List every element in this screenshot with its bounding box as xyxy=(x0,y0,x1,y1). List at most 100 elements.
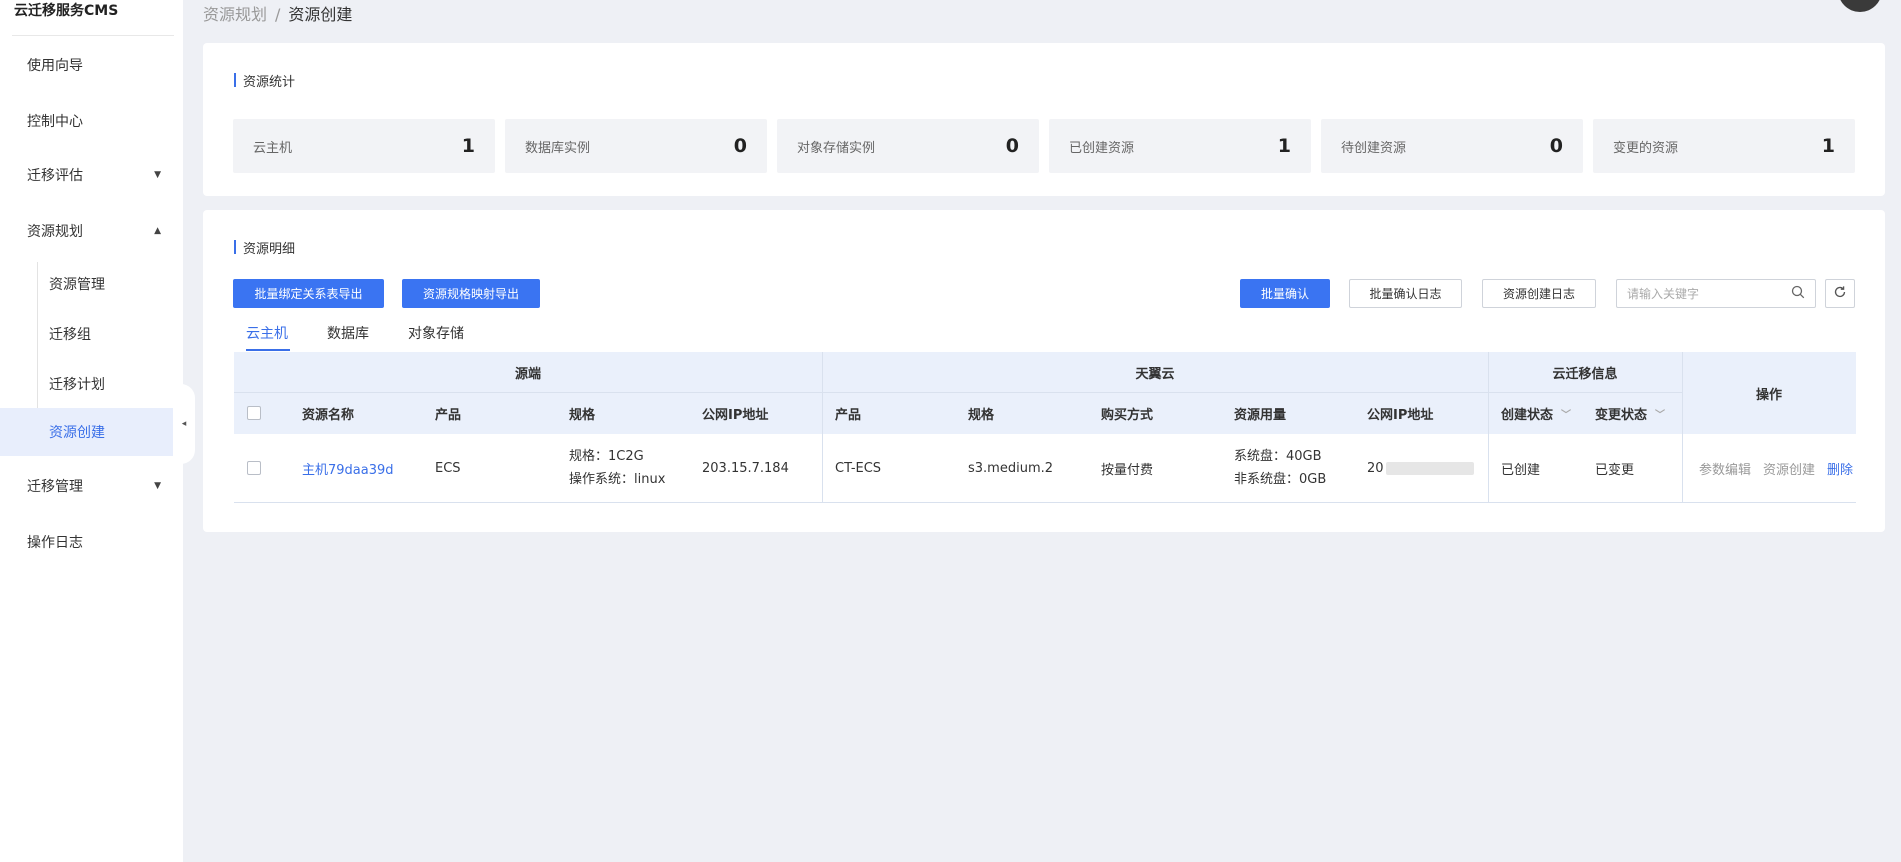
caret-down-icon: ▼ xyxy=(154,170,161,180)
breadcrumb-parent[interactable]: 资源规划 xyxy=(203,5,267,24)
filter-chevron-icon[interactable]: ﹀ xyxy=(1655,406,1665,421)
sidebar-item-guide[interactable]: 使用向导 xyxy=(0,40,183,90)
select-all-cell xyxy=(234,392,274,434)
divider xyxy=(1488,434,1489,502)
column-header-source-ip: 公网IP地址 xyxy=(702,407,769,423)
stat-pending-resources: 待创建资源 0 xyxy=(1321,119,1583,173)
table-cell-source-product: ECS xyxy=(435,460,461,476)
sidebar-subitem-migration-group[interactable]: 迁移组 xyxy=(0,310,183,358)
tab-object-storage[interactable]: 对象存储 xyxy=(408,323,464,351)
collapse-left-icon: ◂ xyxy=(181,419,187,429)
column-header-label: 变更状态 xyxy=(1595,407,1648,423)
app-root: 云迁移服务CMS 使用向导 控制中心 迁移评估 ▼ 资源规划 ▲ 资源管理 迁移… xyxy=(0,0,1901,862)
table-cell-purchase-method: 按量付费 xyxy=(1101,462,1154,478)
row-checkbox[interactable] xyxy=(247,461,261,475)
stat-value: 1 xyxy=(461,135,475,157)
stat-value: 0 xyxy=(1549,135,1563,157)
table-cell-resource-usage: 系统盘：40GB 非系统盘：0GB xyxy=(1234,434,1354,502)
sidebar-subitem-resource-management[interactable]: 资源管理 xyxy=(0,260,183,308)
batch-confirm-button[interactable]: 批量确认 xyxy=(1240,279,1330,308)
select-all-checkbox[interactable] xyxy=(247,406,261,420)
card-title: 资源明细 xyxy=(234,238,295,257)
table-cell-operations: 参数编辑 资源创建 删除 xyxy=(1699,434,1856,502)
filter-chevron-icon[interactable]: ﹀ xyxy=(1561,406,1571,421)
resource-detail-card: 资源明细 批量绑定关系表导出 资源规格映射导出 批量确认 批量确认日志 资源创建… xyxy=(203,210,1885,532)
stat-value: 0 xyxy=(1005,135,1019,157)
stat-database-instance: 数据库实例 0 xyxy=(505,119,767,173)
table-cell-source-spec: 规格：1C2G 操作系统：linux xyxy=(569,434,699,502)
stat-value: 0 xyxy=(733,135,747,157)
column-header-change-status: 变更状态 ﹀ xyxy=(1595,392,1681,434)
divider xyxy=(234,392,1682,393)
sidebar-item-control-center[interactable]: 控制中心 xyxy=(0,96,183,146)
delete-link[interactable]: 删除 xyxy=(1827,459,1853,478)
stat-value: 1 xyxy=(1277,135,1291,157)
export-binding-table-button[interactable]: 批量绑定关系表导出 xyxy=(233,279,384,308)
sidebar-item-resource-planning[interactable]: 资源规划 ▲ xyxy=(0,206,183,256)
resource-type-tabs: 云主机 数据库 对象存储 xyxy=(234,323,503,351)
table-cell-target-spec: s3.medium.2 xyxy=(968,460,1054,476)
ip-prefix: 20 xyxy=(1367,460,1384,476)
stat-value: 1 xyxy=(1821,135,1835,157)
table-cell-name: 主机79daa39d xyxy=(302,434,432,502)
column-header-resource-usage: 资源用量 xyxy=(1234,407,1287,423)
column-header-target-spec: 规格 xyxy=(968,407,995,423)
stat-label: 变更的资源 xyxy=(1613,140,1679,156)
stat-created-resources: 已创建资源 1 xyxy=(1049,119,1311,173)
group-header-tianyi-cloud: 天翼云 xyxy=(1135,366,1175,382)
group-header-source: 源端 xyxy=(514,366,541,382)
stat-label: 对象存储实例 xyxy=(797,140,876,156)
sidebar-item-label: 迁移计划 xyxy=(49,377,105,393)
sidebar-item-label: 迁移管理 xyxy=(27,479,83,495)
caret-down-icon: ▼ xyxy=(154,481,161,491)
stat-label: 待创建资源 xyxy=(1341,140,1407,156)
sidebar-item-label: 操作日志 xyxy=(27,535,83,551)
breadcrumb-current: 资源创建 xyxy=(288,5,353,24)
sidebar-subitem-migration-plan[interactable]: 迁移计划 xyxy=(0,360,183,408)
sidebar-collapse-button[interactable]: ◂ xyxy=(173,384,195,464)
tab-cloud-host[interactable]: 云主机 xyxy=(234,323,290,351)
stat-label: 云主机 xyxy=(253,140,293,156)
divider xyxy=(234,502,1856,503)
table-cell-target-ip: 20 xyxy=(1367,434,1487,502)
divider xyxy=(1682,352,1683,434)
column-header-target-product: 产品 xyxy=(835,407,862,423)
stat-object-storage-instance: 对象存储实例 0 xyxy=(777,119,1039,173)
tab-database[interactable]: 数据库 xyxy=(327,323,369,351)
table-cell-change-status: 已变更 xyxy=(1595,462,1635,478)
breadcrumb-separator: / xyxy=(275,5,281,24)
redacted-ip xyxy=(1385,461,1474,475)
sidebar-subitem-resource-creation[interactable]: 资源创建 xyxy=(0,408,183,456)
sidebar: 云迁移服务CMS 使用向导 控制中心 迁移评估 ▼ 资源规划 ▲ 资源管理 迁移… xyxy=(0,0,183,862)
sidebar-item-migration-assessment[interactable]: 迁移评估 ▼ xyxy=(0,150,183,200)
avatar[interactable] xyxy=(1838,0,1882,12)
refresh-icon xyxy=(1833,285,1847,303)
data-disk-line: 非系统盘：0GB xyxy=(1234,472,1327,487)
column-header-source-product: 产品 xyxy=(435,407,462,423)
divider xyxy=(1488,352,1489,434)
resource-create-log-button[interactable]: 资源创建日志 xyxy=(1482,279,1596,308)
search-icon[interactable] xyxy=(1791,285,1805,303)
resource-stats-card: 资源统计 云主机 1 数据库实例 0 对象存储实例 0 已创建资源 1 待创建资… xyxy=(203,43,1885,196)
sidebar-item-label: 迁移组 xyxy=(49,327,91,343)
divider xyxy=(1682,434,1683,502)
spec-line: 规格：1C2G xyxy=(569,449,644,464)
sidebar-item-migration-management[interactable]: 迁移管理 ▼ xyxy=(0,461,183,511)
search-input[interactable] xyxy=(1627,286,1791,301)
caret-up-icon: ▲ xyxy=(154,226,161,236)
column-header-create-status: 创建状态 ﹀ xyxy=(1501,392,1591,434)
resource-name-link[interactable]: 主机79daa39d xyxy=(302,459,394,478)
breadcrumb: 资源规划 / 资源创建 xyxy=(203,1,352,25)
row-select-cell xyxy=(234,434,274,502)
sidebar-item-operation-log[interactable]: 操作日志 xyxy=(0,517,183,567)
group-header-migration-info: 云迁移信息 xyxy=(1552,366,1618,382)
refresh-button[interactable] xyxy=(1825,279,1855,308)
group-header-operations: 操作 xyxy=(1755,387,1782,403)
export-spec-mapping-button[interactable]: 资源规格映射导出 xyxy=(402,279,540,308)
table-cell-create-status: 已创建 xyxy=(1501,462,1541,478)
os-line: 操作系统：linux xyxy=(569,472,666,487)
batch-confirm-log-button[interactable]: 批量确认日志 xyxy=(1349,279,1462,308)
search-box xyxy=(1616,279,1816,308)
edit-params-link[interactable]: 参数编辑 xyxy=(1699,459,1751,478)
create-resource-link[interactable]: 资源创建 xyxy=(1763,459,1815,478)
